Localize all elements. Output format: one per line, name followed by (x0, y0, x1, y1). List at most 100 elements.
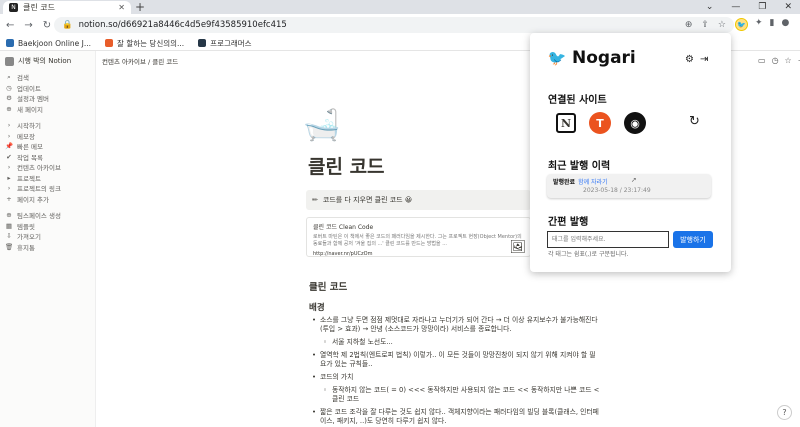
bookmark-thumbnail: 🖼 (509, 240, 526, 255)
heading-background[interactable]: 배경 (309, 301, 325, 313)
page-icon-emoji[interactable]: 🛁 (303, 108, 340, 143)
profile-icon[interactable]: ● (782, 18, 790, 31)
sidebar-item-trash[interactable]: 🗑 휴지통 (5, 242, 90, 253)
publish-button[interactable]: 발행하기 (673, 231, 713, 248)
sidebar-item-templates[interactable]: ▦ 템플릿 (5, 221, 90, 232)
add-page-button[interactable]: + 페이지 추가 (5, 194, 90, 205)
notion-site-icon[interactable]: N (556, 113, 576, 133)
close-tab-icon[interactable]: ✕ (118, 3, 125, 12)
address-bar[interactable]: 🔒 notion.so/d66921a8446c4d5e9f43585910ef… (54, 17, 734, 33)
logout-icon[interactable]: ⇥ (700, 54, 708, 65)
sidebar-item-search[interactable]: ⌕ 검색 (5, 72, 90, 83)
star-icon[interactable]: ☆ (718, 20, 726, 30)
comment-icon[interactable]: ▭ (758, 56, 766, 65)
extensions-bar: 🐦 ✦ ▮ ● ⋮ (735, 18, 800, 31)
url-text[interactable]: notion.so/d66921a8446c4d5e9f43585910efc4… (79, 20, 287, 30)
tag-hint: 각 태그는 쉼표(,)로 구분됩니다. (548, 251, 629, 258)
list-item[interactable]: 소스를 그냥 두면 점점 제멋대로 자라나고 누더기가 되어 간다 → 더 이상… (310, 316, 600, 334)
minimize-icon[interactable]: — (731, 0, 740, 14)
reload-icon[interactable]: ↻ (43, 20, 51, 31)
sidebar-item-new-page[interactable]: ⊕ 새 페이지 (5, 104, 90, 115)
trash-icon: 🗑 (5, 242, 14, 251)
history-card[interactable]: 발행완료 함께 자라기 2023-05-18 / 23:17:49 (547, 174, 711, 198)
forward-icon[interactable]: → (24, 20, 32, 31)
nogari-extension-icon[interactable]: 🐦 (735, 18, 748, 31)
maximize-icon[interactable]: ❐ (758, 0, 766, 14)
sidebar-item-import[interactable]: ⇩ 가져오기 (5, 231, 90, 242)
tab-strip: N 클린 코드 ✕ + ⌄ — ❐ ✕ (0, 0, 800, 14)
page-body: 소스를 그냥 두면 점점 제멋대로 자라나고 누더기가 되어 간다 → 더 이상… (310, 316, 600, 426)
sidebar-item-teamspace[interactable]: ⊕ 팀스페이스 생성 (5, 210, 90, 221)
history-link[interactable]: 함께 자라기 (578, 179, 608, 186)
history-status: 발행완료 (553, 179, 576, 186)
page-title[interactable]: 클린 코드 (308, 152, 385, 179)
bookmark-title: 클린 코드 Clean Code (313, 224, 374, 231)
workspace-switcher[interactable]: 시행 박의 Notion (5, 56, 90, 66)
callout-block[interactable]: ✏ 코드를 다 지우면 클린 코드 😀 (306, 190, 531, 210)
github-site-icon[interactable]: ◉ (624, 112, 646, 134)
clock-icon: ◷ (6, 83, 12, 92)
history-icon[interactable]: ◷ (772, 56, 779, 65)
sidebar-page[interactable]: ✔ 작업 목록 (5, 152, 90, 163)
gear-icon: ⚙ (6, 94, 12, 103)
sidebar-item-updates[interactable]: ◷ 업데이트 (5, 83, 90, 94)
heading-clean-code[interactable]: 클린 코드 (309, 279, 347, 293)
sidebar-page[interactable]: 📌 빠른 메모 (5, 141, 90, 152)
pencil-icon: ✏ (312, 196, 318, 204)
sidebar-page[interactable]: › 시작하기 (5, 120, 90, 131)
tag-input[interactable] (547, 231, 669, 248)
lock-icon: 🔒 (62, 20, 73, 30)
puzzle-icon[interactable]: ✦ (755, 18, 763, 31)
quick-publish-title: 간편 발행 (548, 217, 589, 228)
download-icon: ⇩ (6, 232, 12, 241)
bookmark-description: 로버트 마틴은 이 책에서 좋은 코드의 패러다임을 제시한다. 그는 프로젝트… (313, 234, 522, 247)
help-button[interactable]: ? (777, 405, 792, 420)
pin-icon: 📌 (5, 142, 14, 151)
menu-icon[interactable]: ⋮ (796, 18, 800, 31)
list-item[interactable]: 짧은 코드 조각을 잘 다루는 것도 쉽지 않다.. 객체지향이라는 패러다임의… (310, 408, 600, 426)
breadcrumb[interactable]: 컨텐츠 아카이브 / 클린 코드 (96, 51, 536, 71)
plus-icon: + (6, 194, 12, 203)
tistory-site-icon[interactable]: T (589, 112, 611, 134)
nogari-logo: 🐦 Nogari (547, 48, 636, 68)
sidebar-page[interactable]: › 프로젝트의 링크 (5, 183, 90, 194)
back-icon[interactable]: ← (6, 20, 14, 31)
bookmark-programmers[interactable]: 프로그래머스 (198, 38, 252, 49)
check-icon: ✔ (6, 152, 12, 161)
recent-history-title: 최근 발행 이력 (548, 161, 611, 172)
refresh-icon[interactable]: ↻ (689, 114, 700, 129)
gear-icon[interactable]: ⚙ (685, 54, 694, 65)
star-icon[interactable]: ☆ (785, 56, 792, 65)
page-actions: ▭ ◷ ☆ ⋯ (758, 56, 800, 65)
new-tab-button[interactable]: + (135, 0, 145, 14)
list-item[interactable]: 동작하지 않는 코드( = 0) <<< 동작하지만 사용되지 않는 코드 <<… (310, 386, 600, 404)
sidebar-page[interactable]: › 메모장 (5, 131, 90, 142)
sidebar-page[interactable]: ▸ 프로젝트 (5, 173, 90, 184)
popup-actions: ⚙ ⇥ (685, 54, 708, 65)
tab-active[interactable]: N 클린 코드 ✕ (3, 1, 131, 14)
plus-circle-icon: ⊕ (6, 104, 12, 113)
bookmark-baekjoon[interactable]: Baekjoon Online J... (6, 38, 91, 48)
sidepanel-icon[interactable]: ▮ (770, 18, 775, 31)
bird-logo-icon: 🐦 (547, 49, 567, 67)
bookmark-2[interactable]: 잘 할하는 당신의의... (105, 38, 184, 49)
page-icon: › (7, 163, 11, 172)
list-item[interactable]: 열역학 제 2법칙(엔트로피 법칙) 이렇가.. 이 모든 것들이 망망진창이 … (310, 351, 600, 369)
chevron-down-icon[interactable]: ⌄ (706, 0, 714, 14)
bookmark-block[interactable]: 클린 코드 Clean Code 로버트 마틴은 이 책에서 좋은 코드의 패러… (306, 217, 531, 257)
page-icon: › (7, 131, 11, 140)
window-controls: ⌄ — ❐ ✕ (706, 0, 792, 14)
share-icon[interactable]: ⇪ (701, 20, 709, 30)
history-date: 2023-05-18 / 23:17:49 (583, 187, 651, 194)
zoom-icon[interactable]: ⊕ (685, 20, 693, 30)
list-item[interactable]: 서울 지하철 노선도... (310, 338, 600, 347)
template-icon: ▦ (5, 221, 13, 230)
folder-icon: ▸ (7, 173, 11, 182)
sidebar-item-settings[interactable]: ⚙ 설정과 멤버 (5, 93, 90, 104)
bookmark-url: http://naver.nr/pUCzOm (313, 251, 373, 257)
connected-sites-title: 연결된 사이트 (548, 95, 607, 106)
close-window-icon[interactable]: ✕ (784, 0, 792, 14)
sidebar-page[interactable]: › 컨텐츠 아카이브 (5, 162, 90, 173)
tab-title: 클린 코드 (23, 3, 55, 12)
list-item[interactable]: 코드의 가치 (310, 373, 600, 382)
